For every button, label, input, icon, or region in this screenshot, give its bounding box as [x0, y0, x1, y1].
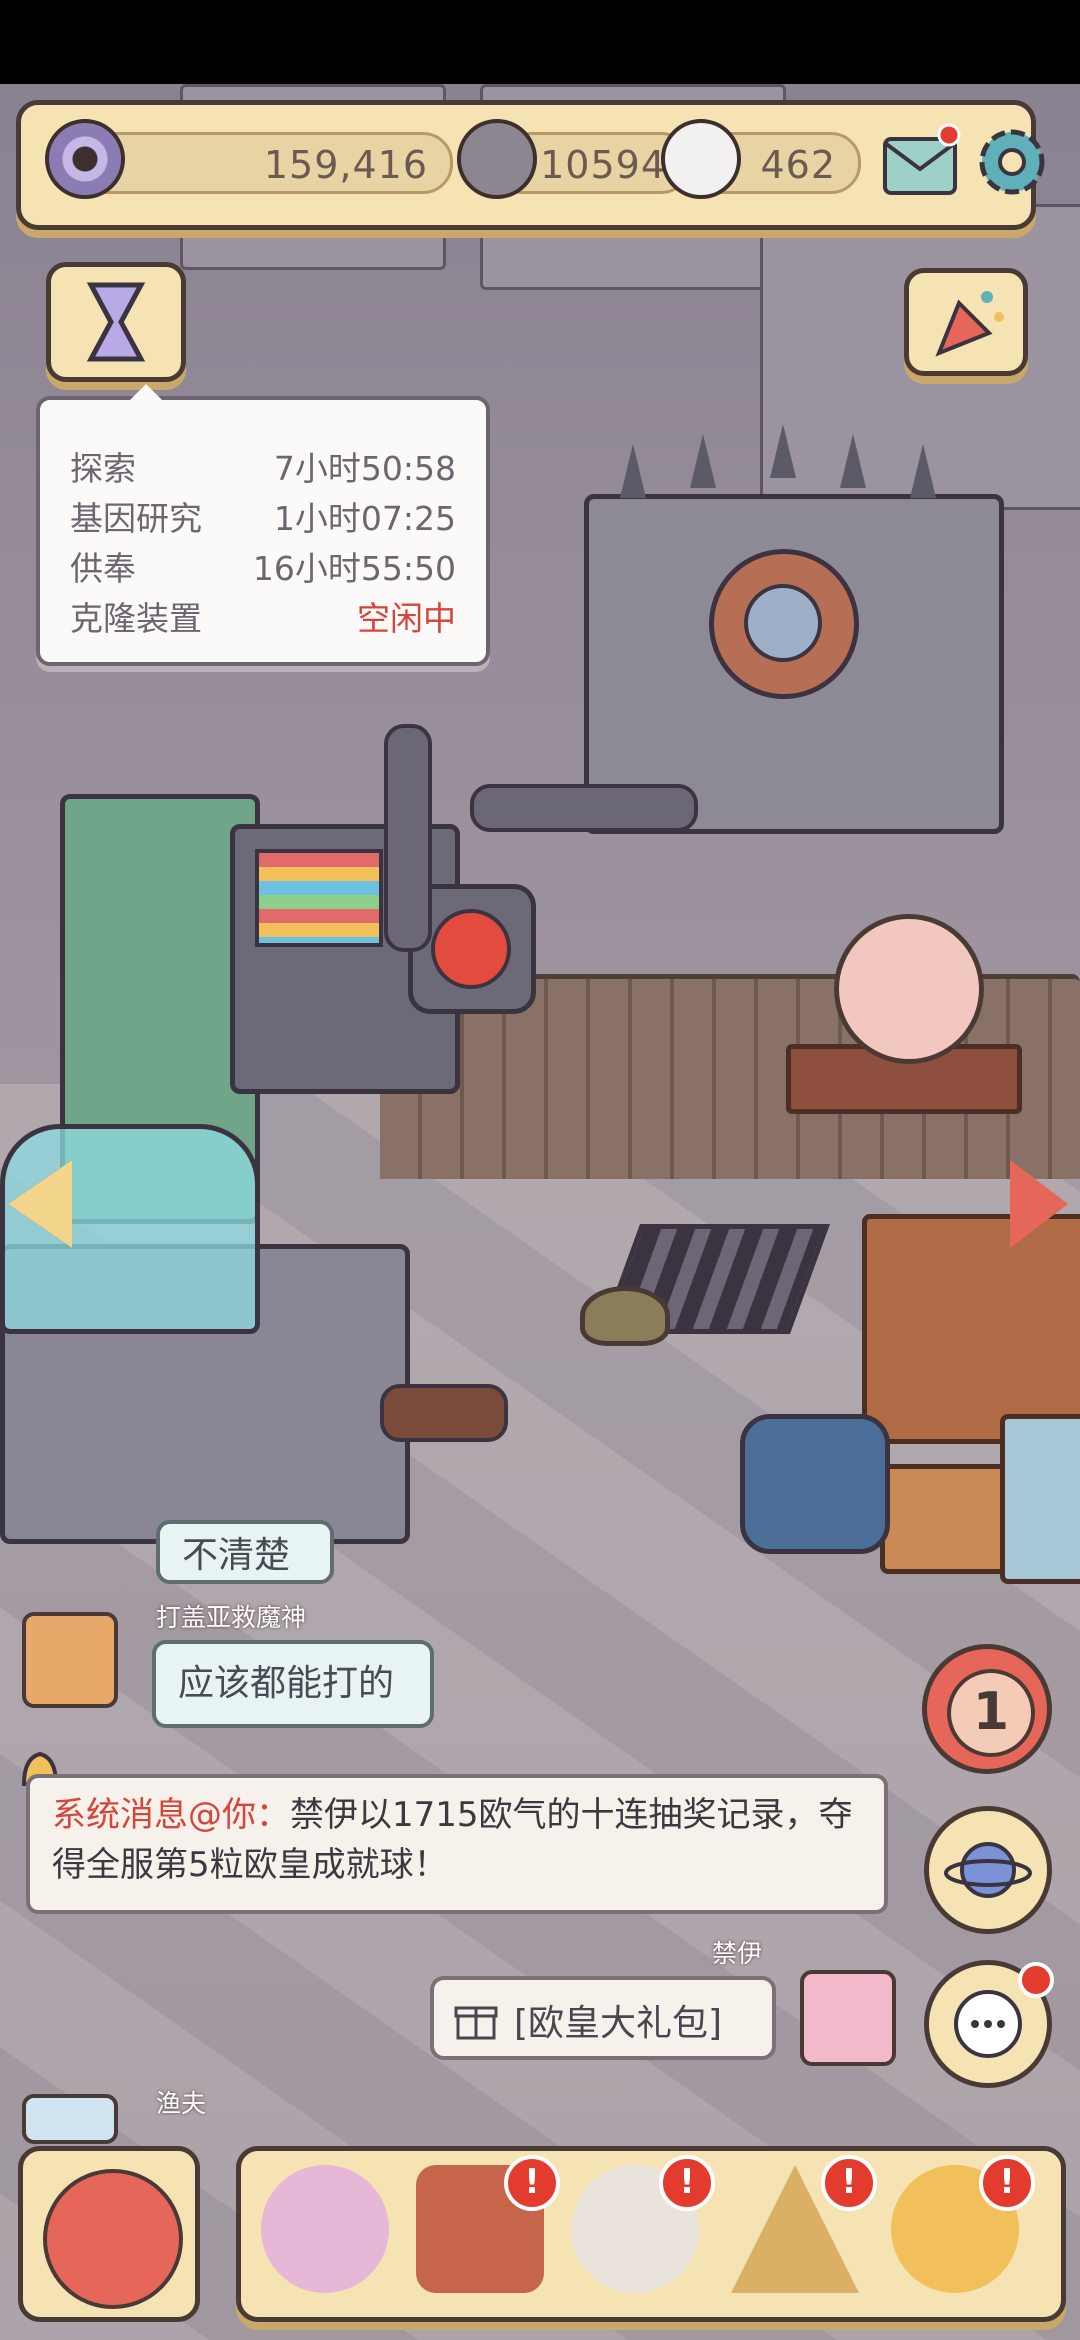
avatar[interactable] [22, 2094, 118, 2144]
wooden-crate[interactable] [862, 1214, 1080, 1444]
scene-left-arrow[interactable] [8, 1160, 72, 1248]
spike-icon [620, 444, 646, 498]
gift-icon [454, 2006, 498, 2040]
timer-value: 1小时07:25 [273, 499, 456, 538]
hourglass-button[interactable] [46, 262, 186, 382]
gift-bubble[interactable]: [欧皇大礼包] [430, 1976, 776, 2060]
spike-icon [770, 424, 796, 478]
bottom-nav-bar: ! ! ! ! [236, 2146, 1066, 2322]
planet-icon [944, 1842, 1032, 1898]
mail-icon[interactable] [881, 123, 961, 199]
blue-crate [1000, 1414, 1080, 1584]
eye-resource: 159,416 [73, 132, 453, 194]
light-bubble-value: 462 [760, 143, 836, 187]
skull-lamp[interactable] [834, 914, 984, 1064]
timer-row: 基因研究 1小时07:25 [70, 492, 456, 542]
party-popper-icon [935, 291, 1004, 357]
timer-row: 供奉 16小时55:50 [70, 542, 456, 592]
timer-label: 克隆装置 [70, 599, 202, 638]
timer-status: 空闲中 [357, 599, 456, 638]
chat-username: 打盖亚救魔神 [156, 1603, 307, 1632]
badge-count: 1 [947, 1669, 1035, 1757]
dark-bubble-value: 10594 [540, 143, 666, 187]
timer-label: 基因研究 [70, 499, 202, 538]
timer-value: 7小时50:58 [273, 449, 456, 488]
gear-icon[interactable] [971, 121, 1053, 203]
status-bar [0, 0, 1080, 84]
resource-bar: 159,416 10594 462 [16, 100, 1045, 230]
eye-resource-value: 159,416 [263, 143, 428, 187]
home-emblem-icon [43, 2169, 183, 2309]
light-speech-bubble-icon [661, 119, 741, 199]
alert-badge: ! [504, 2155, 560, 2211]
chat-bubble: 不清楚 [156, 1520, 334, 1584]
eye-icon [45, 119, 125, 199]
avatar[interactable] [800, 1970, 896, 2066]
turtle-creature[interactable] [580, 1286, 670, 1346]
alert-badge: ! [979, 2155, 1035, 2211]
alert-badge: ! [659, 2155, 715, 2211]
party-popper-button[interactable] [904, 268, 1028, 376]
chat-text: 应该都能打的 [178, 1663, 395, 1704]
hourglass-icon [86, 282, 146, 362]
pipe [384, 724, 432, 952]
star-shield-icon [709, 549, 859, 699]
chat-username: 禁伊 [712, 1939, 763, 1968]
dark-speech-bubble-icon [457, 119, 537, 199]
timer-tooltip: 探索 7小时50:58 基因研究 1小时07:25 供奉 16小时55:50 克… [36, 384, 490, 666]
timer-value: 16小时55:50 [252, 549, 456, 588]
pipe [380, 1384, 508, 1442]
system-message-label: 系统消息@你： [52, 1795, 290, 1835]
chat-bubble: 应该都能打的 [152, 1640, 434, 1728]
avatar[interactable] [22, 1612, 118, 1708]
badge-count-button[interactable]: 1 [922, 1644, 1052, 1774]
chat-text: 不清楚 [182, 1535, 291, 1576]
spike-icon [840, 434, 866, 488]
gift-text: [欧皇大礼包] [514, 2003, 723, 2044]
spiked-display-cabinet[interactable] [584, 494, 1004, 834]
timer-row: 探索 7小时50:58 [70, 442, 456, 492]
timer-row: 克隆装置 空闲中 [70, 592, 456, 642]
statue-bust-icon[interactable]: ! [571, 2155, 715, 2293]
backpack-icon[interactable]: ! [416, 2155, 560, 2293]
notification-dot [1018, 1962, 1054, 1998]
cardboard-box [880, 1464, 1010, 1574]
scene-right-arrow[interactable] [1010, 1160, 1068, 1248]
home-button[interactable] [18, 2146, 200, 2322]
spike-icon [690, 434, 716, 488]
snail-icon[interactable] [261, 2165, 389, 2293]
chat-username: 渔夫 [156, 2089, 207, 2118]
pipe [470, 784, 698, 832]
alert-badge: ! [821, 2155, 877, 2211]
system-message: 系统消息@你：禁伊以1715欧气的十连抽奖记录，夺得全服第5粒欧皇成就球！ [26, 1774, 888, 1914]
robot-explorer[interactable] [740, 1414, 890, 1554]
key-icon[interactable]: ! [891, 2155, 1035, 2293]
planet-button[interactable] [924, 1806, 1052, 1934]
timer-label: 供奉 [70, 549, 136, 588]
timer-label: 探索 [70, 449, 136, 488]
spike-icon [910, 444, 936, 498]
